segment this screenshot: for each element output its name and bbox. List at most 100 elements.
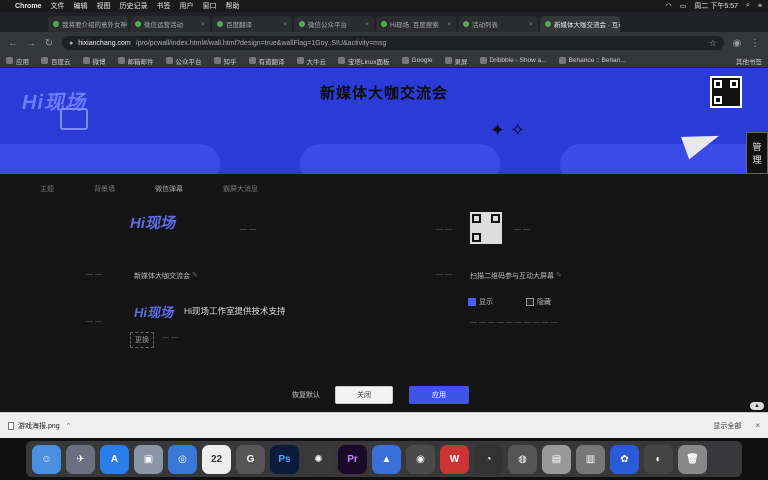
baidu-icon[interactable]: ✿ (610, 444, 639, 474)
photoshop-icon[interactable]: Ps (270, 444, 299, 474)
qr-code (710, 76, 742, 108)
launchpad-icon[interactable]: ✈ (66, 444, 95, 474)
close-button[interactable]: 关闭 (335, 386, 393, 404)
forward-icon[interactable]: → (26, 38, 36, 49)
scroll-top-icon[interactable]: ▲ (750, 402, 764, 410)
menu-view[interactable]: 视图 (96, 1, 110, 11)
shooting-star-icon: ✦ ✧ (490, 120, 526, 140)
app-store-icon[interactable]: A (100, 444, 129, 474)
preview-icon[interactable]: ▣ (134, 444, 163, 474)
bookmark-item[interactable]: Behance :: Behan... (558, 57, 626, 64)
close-icon[interactable]: × (201, 21, 205, 28)
show-all-button[interactable]: 显示全部 (713, 421, 741, 431)
close-icon[interactable]: × (755, 421, 760, 430)
books-icon[interactable]: ▥ (576, 444, 605, 474)
keynote-icon[interactable]: ▲ (372, 444, 401, 474)
search-icon[interactable]: ⌕ (746, 2, 750, 10)
menu-history[interactable]: 历史记录 (119, 1, 147, 11)
tab-message[interactable]: 霸屏大消息 (223, 184, 258, 194)
qr-code-preview[interactable] (470, 212, 502, 244)
menu-help[interactable]: 帮助 (225, 1, 239, 11)
battery-icon[interactable]: ▭ (680, 2, 687, 10)
extension-icon[interactable]: ◉ (732, 38, 742, 49)
tab-background[interactable]: 背景墙 (94, 184, 115, 194)
option-show[interactable]: 显示 (468, 297, 493, 307)
dash-icon: — — (436, 271, 452, 278)
close-icon[interactable]: × (447, 21, 451, 28)
bookmark-item[interactable]: 知乎 (213, 56, 237, 66)
menu-user[interactable]: 用户 (179, 1, 193, 11)
restore-default-button[interactable]: 恢复默认 (286, 386, 326, 404)
bookmark-icon (248, 57, 256, 64)
option-hide[interactable]: 隐藏 (526, 297, 551, 307)
bookmark-item[interactable]: 微博 (82, 56, 106, 66)
qr-hint-label: 扫描二维码参与互动大屏幕 (470, 273, 554, 280)
clock[interactable]: 周二 下午5:57 (694, 1, 738, 11)
close-icon[interactable]: × (529, 21, 533, 28)
wps-icon[interactable]: W (440, 444, 469, 474)
bookmark-item[interactable]: 应用 (6, 56, 29, 66)
bookmark-item[interactable]: 宝塔Linux面板 (338, 56, 390, 66)
calendar-icon[interactable]: 22 (202, 444, 231, 474)
edit-icon[interactable]: ✎ (556, 271, 562, 279)
menu-edit[interactable]: 编辑 (73, 1, 87, 11)
tab-theme[interactable]: 主题 (40, 184, 54, 194)
browser-tab[interactable]: 微信公众平台 × (294, 16, 374, 32)
trash-icon[interactable]: 🗑 (678, 444, 707, 474)
checkbox-unchecked[interactable] (526, 298, 534, 307)
bookmark-item[interactable]: 邮箱邮件 (117, 56, 154, 66)
browser-tab[interactable]: 我将要介绍的意外女神× (48, 16, 128, 32)
chrome-icon[interactable]: ◉ (406, 444, 435, 474)
browser-tab[interactable]: 百度翻译 × (212, 16, 292, 32)
reload-icon[interactable]: ↻ (44, 38, 54, 49)
address-bar[interactable]: ● hixianchang.com/pro/pcwall/index.html#… (62, 36, 724, 50)
bookmark-item[interactable]: 公众平台 (165, 56, 202, 66)
qq-icon[interactable]: ◔ (474, 444, 503, 474)
bookmark-item[interactable]: Google (401, 57, 433, 64)
bug-icon[interactable]: ✺ (304, 444, 333, 474)
close-icon[interactable]: × (283, 21, 287, 28)
tab-danmaku[interactable]: 微信弹幕 (155, 184, 183, 194)
star-icon[interactable]: ☆ (709, 38, 717, 49)
menu-file[interactable]: 文件 (50, 1, 64, 11)
app-name[interactable]: Chrome (15, 3, 41, 10)
browser-tab[interactable]: 微信运营活动 × (130, 16, 210, 32)
finder-icon[interactable]: ☺ (32, 444, 61, 474)
url-host: hixianchang.com (78, 39, 131, 47)
banner-title: 新媒体大咖交流会 (319, 85, 448, 102)
quicktime-icon[interactable]: ◐ (644, 444, 673, 474)
checkbox-checked[interactable] (468, 298, 476, 307)
bookmark-item[interactable]: Dribbble - Show a... (479, 57, 547, 64)
back-icon[interactable]: ← (8, 38, 18, 49)
menu-list-icon[interactable]: ≡ (758, 3, 762, 10)
more-icon[interactable]: ⋮ (750, 38, 760, 49)
bookmark-item[interactable]: 大牛云 (296, 56, 326, 66)
lock-icon: ● (69, 39, 74, 47)
browser-tab-active[interactable]: 新媒体大咖交流会 · 互动× (540, 16, 620, 32)
bookmark-item[interactable]: 有道翻译 (248, 56, 285, 66)
menu-window[interactable]: 窗口 (202, 1, 216, 11)
keyboard-icon[interactable]: G (236, 444, 265, 474)
edit-icon[interactable]: ✎ (192, 271, 198, 279)
change-logo-button[interactable]: 更换 (130, 332, 154, 348)
premiere-icon[interactable]: Pr (338, 444, 367, 474)
browser-tab[interactable]: Hi现场, 百度搜索 × (376, 16, 456, 32)
apply-button[interactable]: 应用 (409, 386, 469, 404)
browser-tab[interactable]: 活动列表 × (458, 16, 538, 32)
downloads-bar: 游戏海报.png ⌃ 显示全部 × (0, 412, 768, 438)
wechat-icon[interactable]: ◍ (508, 444, 537, 474)
bookmark-item[interactable]: 录屏 (444, 56, 468, 66)
admin-button[interactable]: 管 理 (746, 132, 768, 174)
brand-logo[interactable]: Hi现场 (130, 212, 175, 233)
close-icon[interactable]: × (365, 21, 369, 28)
other-bookmarks[interactable]: 其他书签 (736, 56, 762, 66)
download-filename[interactable]: 游戏海报.png (18, 421, 60, 431)
notes-icon[interactable]: ▤ (542, 444, 571, 474)
bookmark-item[interactable]: 百度云 (41, 56, 71, 66)
bookmark-icon (296, 57, 304, 64)
safari-icon[interactable]: ◎ (168, 444, 197, 474)
chevron-up-icon[interactable]: ⌃ (66, 422, 72, 430)
dash-icon: — — (240, 226, 256, 233)
wifi-icon[interactable]: ◠ (666, 2, 672, 10)
menu-bookmarks[interactable]: 书签 (156, 1, 170, 11)
